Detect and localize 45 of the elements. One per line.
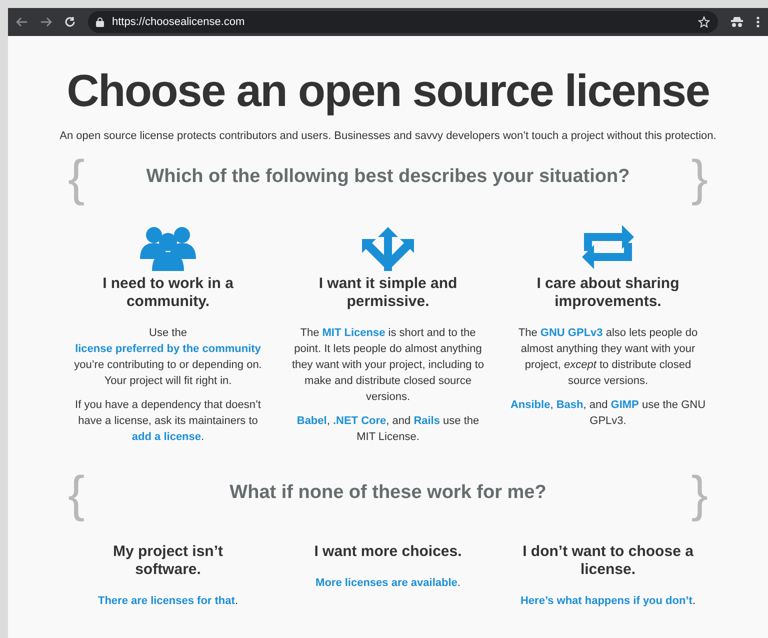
link[interactable]: GIMP [610,398,639,410]
incognito-icon[interactable] [730,16,744,28]
section-heading: Which of the following best describes your situation? [146,165,630,190]
link[interactable]: Rails [414,414,440,426]
option-heading: I need to work in a community. [102,274,234,310]
link[interactable]: add a license [132,430,202,442]
forward-icon[interactable] [40,16,52,28]
link[interactable]: license preferred by the [75,342,202,354]
description-text: There are licenses for that. [98,594,238,608]
description-text: Here’s what happens if you don’t. [520,594,696,608]
repeat-arrows-icon [580,222,636,270]
link[interactable]: GNU GPLv3 [540,326,603,338]
url-text: https://choosealicense.com [112,14,245,30]
option-heading: I care about sharing improvements. [536,274,680,310]
description-text: The MIT License is short and to the point. It lets people do almost anything they want with your project, including to make and distribute closed source versions. [291,326,485,404]
page-title: Choose an open source license [66,66,710,116]
link[interactable]: community [202,342,261,354]
menu-icon[interactable] [756,16,760,28]
back-icon[interactable] [16,16,28,28]
link[interactable]: Babel [296,414,327,426]
description-text: More licenses are available. [316,576,460,590]
description-text: The GNU GPLv3 also lets people do almost anything they want with your project, except to distribute closed source versions. [517,326,699,388]
intro-text: An open source license protects contributors and users. Businesses and savvy developers won’t touch a project without this protection. [60,129,716,144]
option-heading: I want it simple and permissive. [318,274,458,310]
link[interactable]: .NET Core [332,414,386,426]
option-heading: I don’t want to choose a license. [522,542,694,578]
link[interactable]: More licenses are available [316,576,458,588]
description-text: If you have a dependency that doesn’t have a license, ask its maintainers to add a license. [74,398,262,444]
lock-icon [96,17,104,27]
description-text: Babel, .NET Core, and Rails use the MIT License. [296,414,480,444]
link[interactable]: Here’s what happens if you don’t [520,594,692,606]
link[interactable]: MIT License [322,326,386,338]
description-text: Ansible, Bash, and GIMP use the GNU GPLv3. [509,398,707,428]
description-text: Use the license preferred by the community you’re contributing to or depending on. Your project will fit right in. [73,326,263,388]
link[interactable]: Bash [556,398,584,410]
reload-icon[interactable] [64,16,76,28]
link[interactable]: There are licenses for that [98,594,235,606]
option-heading: I want more choices. [313,542,463,560]
link[interactable]: Ansible [510,398,550,410]
address-bar[interactable]: https://choosealicense.com [88,11,718,33]
section-heading: What if none of these work for me? [230,481,546,506]
star-icon[interactable] [698,16,710,28]
three-arrows-icon [360,226,416,270]
people-icon [140,224,196,270]
option-heading: My project isn’t software. [112,542,224,578]
